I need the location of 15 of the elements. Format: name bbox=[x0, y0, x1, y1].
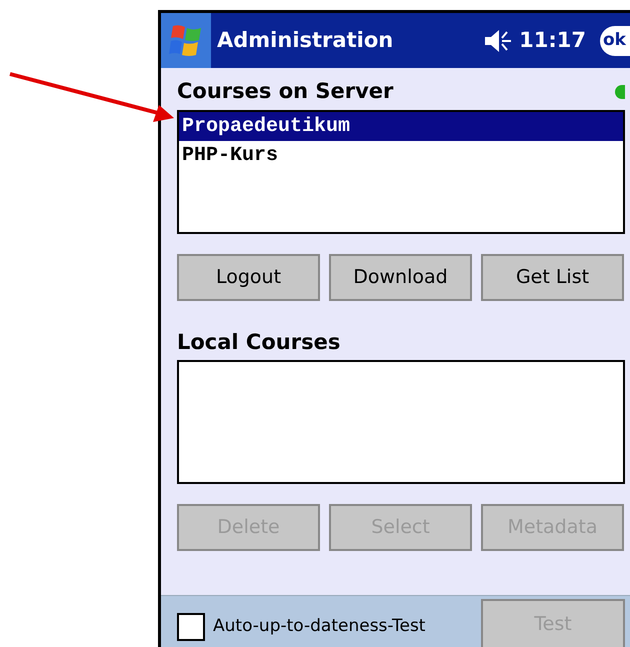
speaker-icon[interactable] bbox=[483, 28, 514, 54]
course-list-item[interactable]: PHP-Kurs bbox=[179, 140, 623, 170]
section-label: Courses on Server bbox=[177, 78, 394, 105]
course-list-item[interactable]: Propaedeutikum bbox=[179, 112, 623, 140]
checkbox-label: Auto-up-to-dateness-Test bbox=[213, 615, 426, 638]
action-button[interactable]: Logout bbox=[177, 254, 320, 300]
window-title: Administration bbox=[217, 26, 394, 54]
section-label: Local Courses bbox=[177, 328, 342, 356]
action-button[interactable]: Download bbox=[329, 254, 472, 300]
checkbox[interactable] bbox=[177, 613, 205, 641]
connection-status-icon bbox=[615, 84, 625, 99]
ok-button[interactable]: ok bbox=[600, 26, 630, 56]
clock-time: 11:17 bbox=[519, 26, 586, 54]
action-button[interactable]: Get List bbox=[481, 254, 624, 300]
start-button[interactable] bbox=[161, 13, 211, 68]
